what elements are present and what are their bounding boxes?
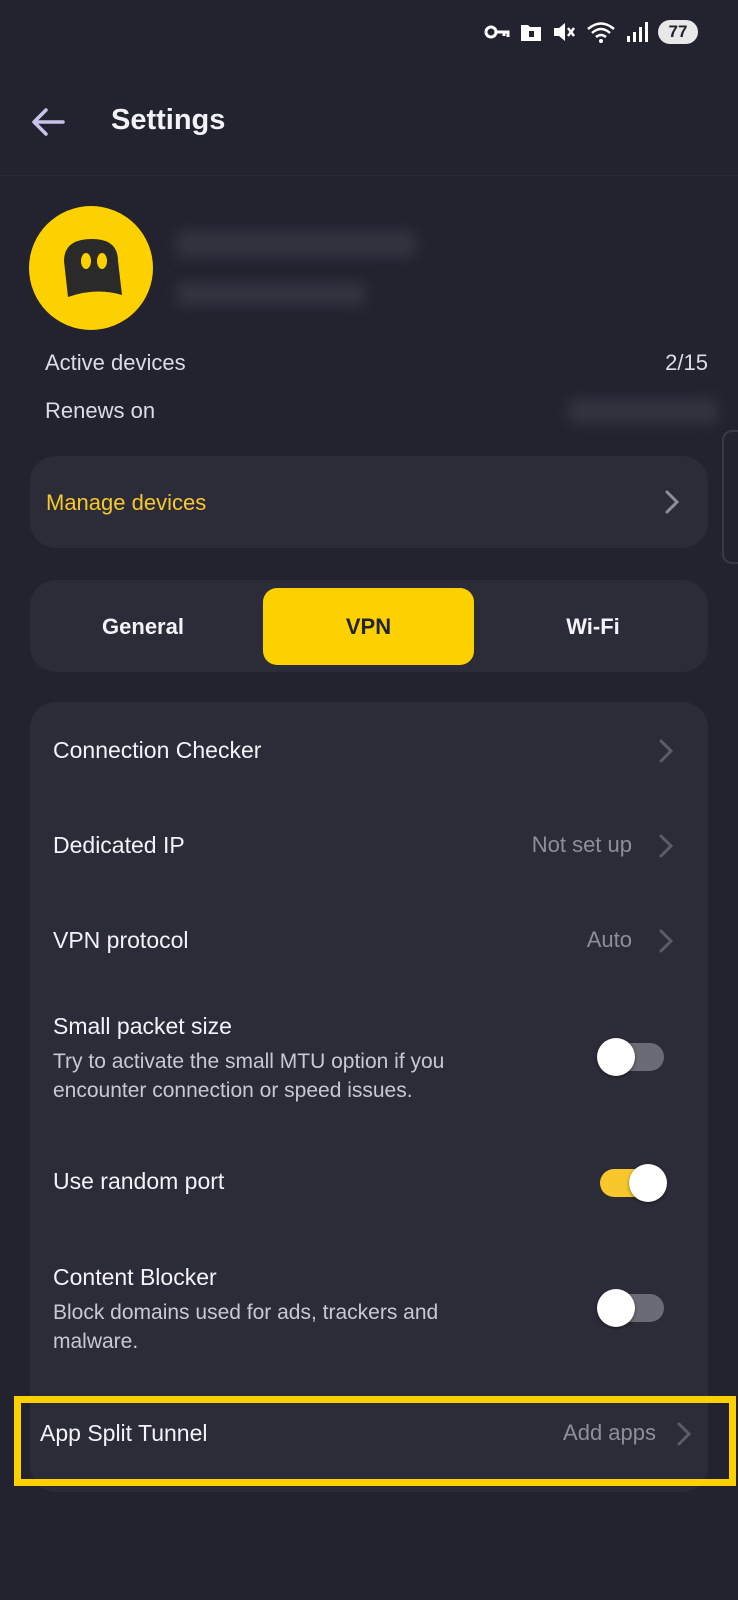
renews-date-redacted (568, 398, 718, 424)
renews-on-label: Renews on (45, 398, 156, 423)
small-packet-row: Small packet size Try to activate the sm… (30, 987, 708, 1122)
tab-general[interactable]: General (40, 588, 246, 665)
content-blocker-label: Content Blocker (53, 1264, 217, 1290)
page-title: Settings (111, 104, 226, 136)
account-email-redacted (176, 230, 416, 258)
signal-icon (627, 22, 648, 42)
vpn-settings-card: Connection Checker Dedicated IP Not set … (30, 702, 708, 1492)
vpn-protocol-value: Auto (586, 927, 632, 952)
folder-lock-icon (521, 25, 541, 41)
arrow-left-icon (32, 108, 65, 136)
toggle-knob (629, 1164, 667, 1202)
manage-devices-button[interactable]: Manage devices (30, 456, 708, 548)
connection-checker-label: Connection Checker (53, 737, 262, 763)
vpn-protocol-row[interactable]: VPN protocol Auto (30, 892, 708, 987)
dedicated-ip-label: Dedicated IP (53, 832, 185, 858)
toggle-knob (597, 1289, 635, 1327)
app-bar: Settings (0, 70, 738, 176)
chevron-right-icon (658, 738, 674, 764)
small-packet-toggle[interactable] (597, 1038, 664, 1076)
chevron-right-icon (658, 833, 674, 859)
random-port-label: Use random port (53, 1168, 225, 1194)
back-button[interactable] (26, 100, 70, 144)
content-blocker-row: Content Blocker Block domains used for a… (30, 1232, 708, 1372)
avatar (29, 206, 153, 330)
settings-tabs: General VPN Wi-Fi (30, 580, 708, 672)
app-split-tunnel-highlight (14, 1396, 736, 1486)
connection-checker-row[interactable]: Connection Checker (30, 702, 708, 797)
status-icons: 77 (484, 20, 698, 44)
dedicated-ip-value: Not set up (531, 832, 632, 857)
small-packet-description: Try to activate the small MTU option if … (53, 1050, 445, 1102)
content-blocker-description: Block domains used for ads, trackers and… (53, 1301, 439, 1353)
vpn-protocol-label: VPN protocol (53, 927, 189, 953)
scroll-indicator (722, 430, 738, 564)
wifi-icon (587, 22, 615, 43)
active-devices-label: Active devices (45, 350, 186, 375)
vpn-key-icon (484, 25, 510, 39)
muted-icon (554, 23, 575, 41)
account-plan-redacted (176, 282, 366, 306)
chevron-right-icon (664, 489, 680, 515)
small-packet-label: Small packet size (53, 1013, 232, 1039)
manage-devices-label: Manage devices (46, 490, 207, 515)
tab-vpn[interactable]: VPN (263, 588, 474, 665)
tab-wifi[interactable]: Wi-Fi (490, 588, 696, 665)
random-port-row: Use random port (30, 1122, 708, 1232)
chevron-right-icon (658, 928, 674, 954)
content-blocker-toggle[interactable] (597, 1289, 664, 1327)
toggle-knob (597, 1038, 635, 1076)
active-devices-value: 2/15 (665, 350, 708, 375)
random-port-toggle[interactable] (600, 1164, 667, 1202)
dedicated-ip-row[interactable]: Dedicated IP Not set up (30, 797, 708, 892)
status-bar: 77 (0, 0, 738, 70)
ghost-logo-icon (64, 239, 122, 297)
battery-indicator: 77 (658, 20, 698, 44)
